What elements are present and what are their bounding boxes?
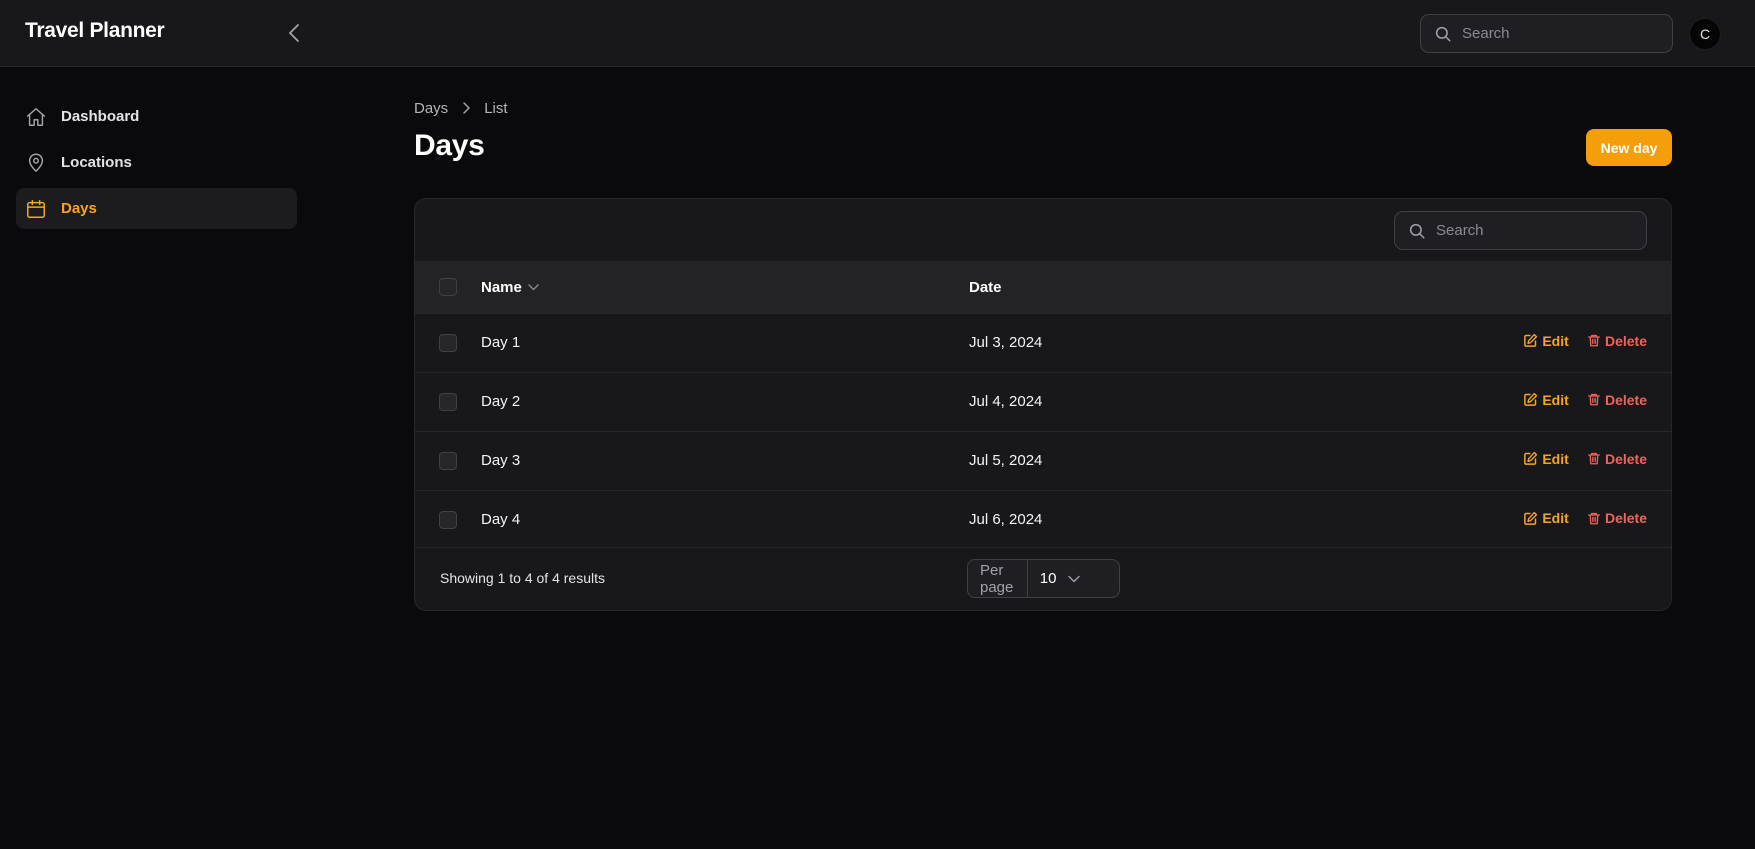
day-date-cell: Jul 6, 2024 <box>969 511 1043 529</box>
day-date-cell: Jul 4, 2024 <box>969 393 1043 410</box>
sort-by-name-header[interactable]: Name <box>481 279 539 296</box>
breadcrumb-days-link[interactable]: Days <box>414 100 448 117</box>
avatar[interactable]: C <box>1689 18 1721 50</box>
search-icon <box>1409 223 1425 238</box>
table-search[interactable] <box>1394 211 1647 250</box>
table-search-input[interactable] <box>1436 222 1626 239</box>
trash-icon <box>1587 511 1601 526</box>
edit-button[interactable]: Edit <box>1523 510 1569 526</box>
row-checkbox[interactable] <box>439 392 457 411</box>
days-table-card: Name Date Day 1 Jul 3, 2024 <box>414 198 1672 611</box>
delete-button[interactable]: Delete <box>1587 392 1647 408</box>
edit-label: Edit <box>1542 332 1569 349</box>
calendar-icon <box>25 198 47 220</box>
day-name-cell: Day 2 <box>481 393 521 410</box>
per-page-control[interactable]: Per page 10 <box>967 559 1120 598</box>
delete-button[interactable]: Delete <box>1587 451 1647 467</box>
day-name-cell: Day 3 <box>481 452 521 469</box>
day-name-cell: Day 4 <box>481 511 521 529</box>
column-header-name: Name <box>481 278 522 296</box>
chevron-right-icon <box>462 102 470 114</box>
edit-icon <box>1523 451 1538 466</box>
sidebar-item-dashboard[interactable]: Dashboard <box>16 96 297 137</box>
sidebar-item-label: Locations <box>61 154 132 171</box>
sidebar-item-label: Dashboard <box>61 108 140 125</box>
delete-button[interactable]: Delete <box>1587 333 1647 349</box>
home-icon <box>25 106 47 128</box>
table-toolbar <box>415 199 1671 262</box>
per-page-value: 10 <box>1039 570 1057 587</box>
delete-label: Delete <box>1604 391 1647 408</box>
table-row[interactable]: Day 4 Jul 6, 2024 Edit Delete <box>415 490 1671 549</box>
per-page-select[interactable]: 10 <box>1028 570 1119 587</box>
table-row[interactable]: Day 1 Jul 3, 2024 Edit Delete <box>415 313 1671 372</box>
row-checkbox[interactable] <box>439 510 457 529</box>
collapse-sidebar-button[interactable] <box>282 20 306 46</box>
app-title: Travel Planner <box>25 19 165 42</box>
edit-icon <box>1523 392 1538 407</box>
chevron-down-icon <box>528 284 539 291</box>
edit-label: Edit <box>1542 391 1569 408</box>
main-content: Days List Days New day N <box>414 96 1672 611</box>
chevron-down-icon <box>1068 575 1081 583</box>
edit-button[interactable]: Edit <box>1523 450 1569 467</box>
table-row[interactable]: Day 3 Jul 5, 2024 Edit Delete <box>415 431 1671 490</box>
table-header-row: Name Date <box>415 262 1671 313</box>
table-row[interactable]: Day 2 Jul 4, 2024 Edit Delete <box>415 372 1671 431</box>
top-bar: Travel Planner C <box>0 0 1755 67</box>
select-all-checkbox[interactable] <box>439 278 457 297</box>
results-summary: Showing 1 to 4 of 4 results <box>440 570 605 586</box>
delete-label: Delete <box>1604 510 1647 526</box>
trash-icon <box>1587 451 1601 466</box>
sidebar: Dashboard Locations Days <box>16 96 297 234</box>
edit-button[interactable]: Edit <box>1523 332 1569 349</box>
map-pin-icon <box>25 152 47 174</box>
delete-button[interactable]: Delete <box>1587 510 1647 526</box>
page-title: Days <box>414 129 485 162</box>
breadcrumb-current: List <box>484 99 508 117</box>
new-day-button[interactable]: New day <box>1586 129 1672 166</box>
row-checkbox[interactable] <box>439 451 457 470</box>
day-date-cell: Jul 3, 2024 <box>969 334 1043 351</box>
edit-icon <box>1523 333 1538 348</box>
trash-icon <box>1587 392 1601 407</box>
days-table: Name Date Day 1 Jul 3, 2024 Edit Delete … <box>415 262 1671 549</box>
sidebar-item-days[interactable]: Days <box>16 188 297 229</box>
chevron-left-icon <box>289 24 299 42</box>
breadcrumb: Days List <box>414 96 1672 120</box>
day-name-cell: Day 1 <box>481 334 521 351</box>
delete-label: Delete <box>1604 332 1647 349</box>
global-search-input[interactable] <box>1462 25 1652 42</box>
day-date-cell: Jul 5, 2024 <box>969 452 1043 469</box>
global-search[interactable] <box>1420 14 1673 53</box>
column-header-date: Date <box>969 278 1002 296</box>
trash-icon <box>1587 333 1601 348</box>
edit-label: Edit <box>1542 450 1569 467</box>
edit-button[interactable]: Edit <box>1523 391 1569 408</box>
sidebar-item-label: Days <box>61 200 97 217</box>
per-page-label: Per page <box>968 560 1028 597</box>
search-icon <box>1435 26 1451 41</box>
table-footer: Showing 1 to 4 of 4 results Per page 10 <box>415 547 1671 610</box>
sidebar-item-locations[interactable]: Locations <box>16 142 297 183</box>
edit-label: Edit <box>1542 510 1569 526</box>
edit-icon <box>1523 511 1538 526</box>
delete-label: Delete <box>1604 450 1647 467</box>
row-checkbox[interactable] <box>439 333 457 352</box>
